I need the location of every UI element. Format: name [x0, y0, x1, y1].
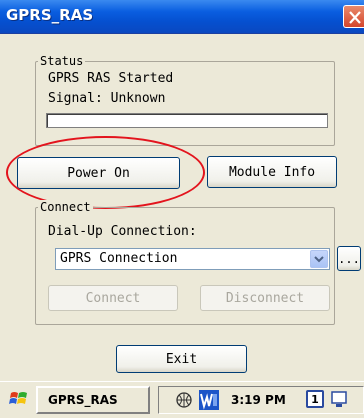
browse-button[interactable]: ... — [337, 246, 361, 271]
disconnect-button[interactable]: Disconnect — [200, 285, 330, 311]
signal-status-text: Signal: Unknown — [48, 91, 166, 106]
windows-start-icon[interactable] — [9, 389, 29, 409]
network-connection-icon[interactable] — [173, 390, 195, 410]
dialup-connection-label: Dial-Up Connection: — [48, 224, 197, 239]
close-button[interactable] — [343, 5, 364, 28]
clock: 3:19 PM — [231, 393, 286, 407]
connect-button[interactable]: Connect — [48, 285, 178, 311]
taskbar-app-button[interactable]: GPRS_RAS — [36, 386, 150, 414]
input-indicator-badge[interactable]: 1 — [306, 390, 324, 408]
window-title: GPRS_RAS — [6, 6, 94, 24]
title-bar: GPRS_RAS — [0, 0, 364, 34]
system-tray: 3:19 PM 1 — [158, 386, 364, 414]
word-icon[interactable] — [199, 390, 219, 410]
exit-button[interactable]: Exit — [116, 345, 247, 373]
chevron-down-icon — [314, 256, 324, 263]
power-on-button[interactable]: Power On — [17, 157, 180, 189]
module-info-button[interactable]: Module Info — [207, 156, 337, 188]
status-group-label: Status — [38, 54, 86, 68]
dialup-connection-select[interactable]: GPRS Connection — [55, 248, 330, 270]
taskbar: GPRS_RAS 3:19 PM 1 — [0, 381, 364, 418]
status-state-text: GPRS RAS Started — [48, 71, 174, 86]
connect-group-label: Connect — [38, 200, 93, 214]
signal-progress-bar — [46, 113, 328, 128]
close-icon — [349, 11, 361, 24]
dropdown-arrow[interactable] — [310, 250, 328, 268]
desktop-icon[interactable] — [331, 391, 347, 409]
selected-connection: GPRS Connection — [60, 251, 178, 266]
